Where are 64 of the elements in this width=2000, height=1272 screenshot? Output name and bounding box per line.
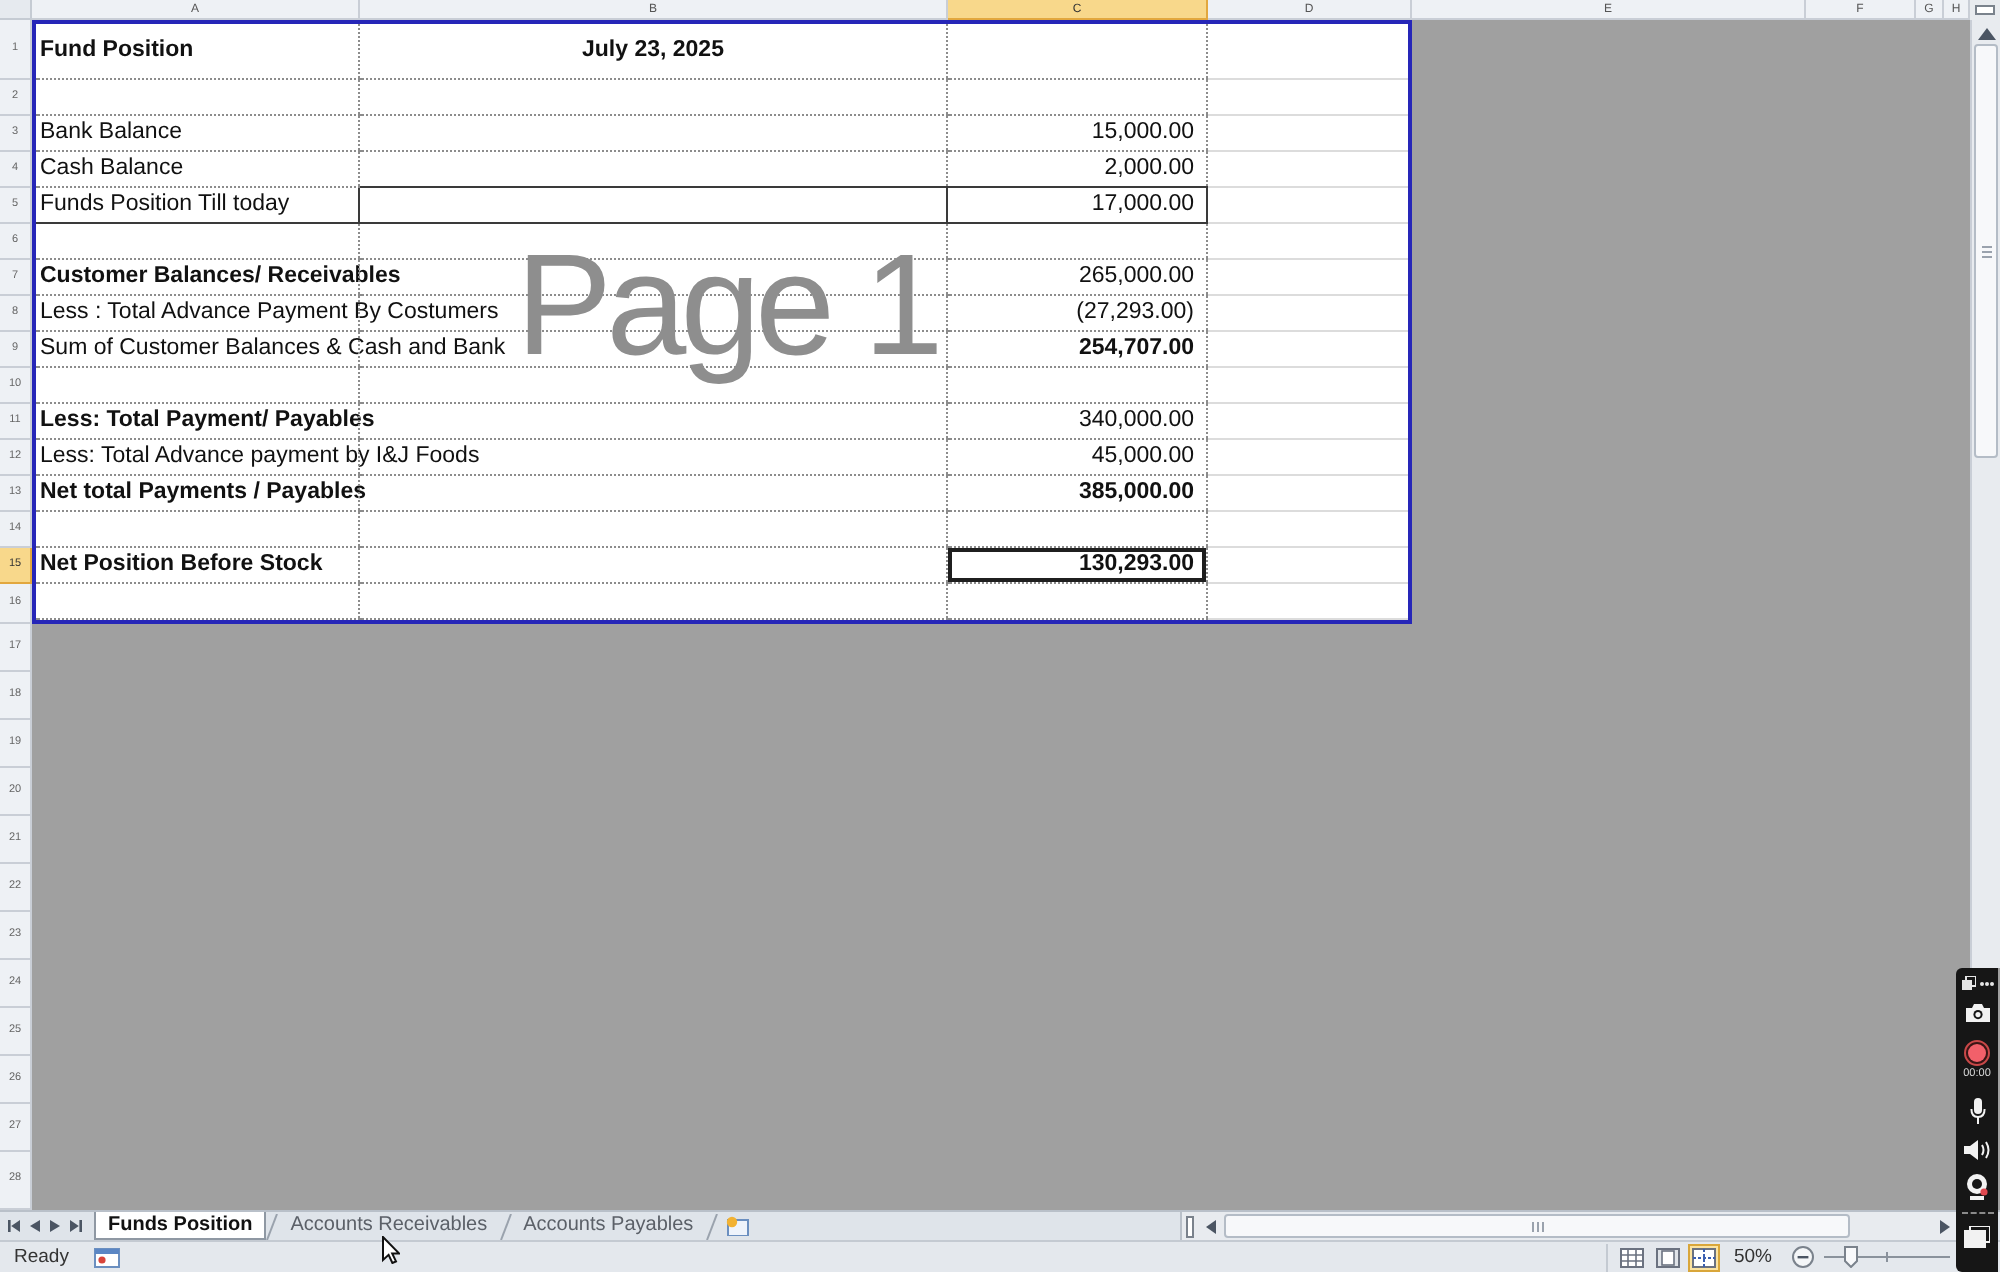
mouse-pointer-icon (382, 1236, 400, 1264)
label-text: Sum of Customer Balances & Cash and Bank (40, 337, 506, 361)
horizontal-scrollbar[interactable] (1180, 1212, 1956, 1240)
scroll-up-arrow-icon[interactable] (1977, 28, 1995, 40)
slider-thumb[interactable] (1844, 1246, 1859, 1268)
amount-cell-text: (27,293.00) (1074, 297, 1196, 328)
macro-record-icon[interactable] (94, 1247, 121, 1267)
label-text: Less: Total Advance payment by I&J Foods (40, 445, 480, 469)
speaker-icon[interactable] (1964, 1139, 1990, 1159)
amount-cell-text: 2,000.00 (1102, 153, 1196, 184)
last-sheet-icon[interactable] (70, 1220, 82, 1232)
zoom-slider[interactable] (1824, 1246, 1950, 1268)
amount-cell-text: 340,000.00 (1076, 405, 1196, 436)
amount-cell-text: 385,000.00 (1076, 477, 1196, 508)
page-icon (1655, 1247, 1680, 1267)
grip-icon (1531, 1221, 1543, 1231)
layers-icon[interactable] (1961, 976, 1975, 990)
tab-separator (266, 1213, 279, 1239)
grid-icon (1619, 1247, 1644, 1267)
scroll-thumb[interactable] (1224, 1214, 1850, 1238)
new-sheet-icon[interactable] (725, 1216, 750, 1236)
scroll-left-arrow-icon[interactable] (1206, 1219, 1216, 1233)
page-break-preview-button[interactable] (1687, 1243, 1720, 1271)
scroll-thumb[interactable] (1974, 44, 1998, 458)
label-text: Customer Balances/ Receivables (40, 265, 401, 289)
status-text: Ready (12, 1247, 71, 1267)
first-sheet-icon[interactable] (8, 1220, 20, 1232)
label-text: Fund Position (40, 39, 194, 63)
label-text: Bank Balance (40, 121, 182, 145)
tab-separator (499, 1213, 512, 1239)
split-handle[interactable] (1970, 0, 2000, 20)
grip-icon (1981, 245, 1991, 257)
amount-cell-text: 15,000.00 (1089, 117, 1196, 148)
label-text: Funds Position Till today (40, 193, 290, 217)
label-text: Cash Balance (40, 157, 184, 181)
amount-cell-text: 265,000.00 (1076, 261, 1196, 292)
sheet-tab[interactable]: Accounts Payables (511, 1212, 706, 1240)
amount-cell: 130,293.00 (948, 548, 1206, 582)
label-text: Less : Total Advance Payment By Costumers (40, 301, 499, 325)
amount-cell-text: 45,000.00 (1089, 441, 1196, 472)
amount-cell-text: 17,000.00 (1089, 189, 1196, 220)
label-text: Net total Payments / Payables (40, 481, 366, 505)
camera-icon[interactable] (1965, 1004, 1989, 1022)
record-icon[interactable] (1964, 1040, 1990, 1066)
previous-sheet-icon[interactable] (30, 1220, 40, 1232)
normal-view-button[interactable] (1615, 1243, 1648, 1271)
page-layout-button[interactable] (1651, 1243, 1684, 1271)
scroll-right-arrow-icon[interactable] (1940, 1219, 1950, 1233)
split-handle-icon[interactable] (1186, 1215, 1194, 1237)
microphone-icon[interactable] (1969, 1097, 1985, 1123)
page-break-icon (1691, 1247, 1716, 1267)
zoom-level-text: 50% (1733, 1247, 1772, 1267)
tab-separator (705, 1213, 718, 1239)
vertical-scrollbar[interactable] (1970, 20, 2000, 968)
webcam-icon[interactable] (1966, 1173, 1988, 1199)
next-sheet-icon[interactable] (50, 1220, 60, 1232)
date-text: July 23, 2025 (582, 39, 724, 63)
sheet-tab[interactable]: Funds Position (94, 1212, 267, 1240)
label-text: Net Position Before Stock (40, 553, 323, 577)
label-text: Less: Total Payment/ Payables (40, 409, 375, 433)
sheet-tab[interactable]: Accounts Receivables (278, 1212, 500, 1240)
amount-cell-text: 254,707.00 (1076, 333, 1196, 364)
window-icon[interactable] (1964, 1225, 1990, 1247)
zoom-out-icon[interactable] (1792, 1246, 1814, 1268)
